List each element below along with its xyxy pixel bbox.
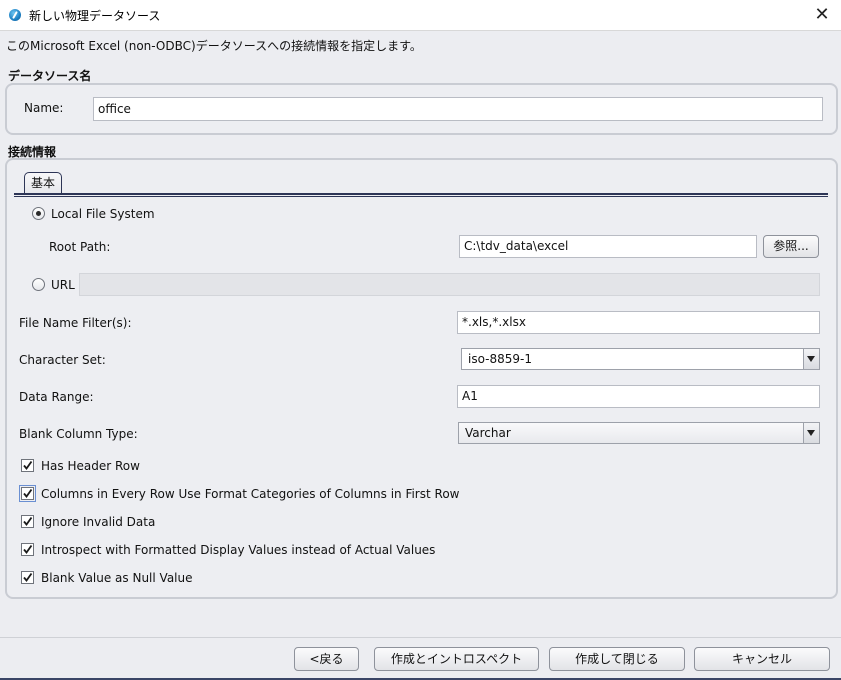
introspect-formatted-label[interactable]: Introspect with Formatted Display Values… (41, 543, 435, 557)
blank-column-type-value: Varchar (465, 426, 511, 440)
root-path-input[interactable]: C:\tdv_data\excel (459, 235, 757, 258)
chevron-down-icon[interactable] (803, 349, 819, 369)
url-input[interactable] (79, 273, 820, 296)
charset-label: Character Set: (19, 353, 106, 367)
blank-null-label[interactable]: Blank Value as Null Value (41, 571, 193, 585)
charset-select[interactable]: iso-8859-1 (461, 348, 820, 370)
tab-basic[interactable]: 基本 (24, 172, 62, 194)
local-file-system-label[interactable]: Local File System (51, 207, 155, 221)
blank-column-type-label: Blank Column Type: (19, 427, 138, 441)
check-icon (23, 516, 33, 526)
browse-button[interactable]: 参照... (763, 235, 819, 258)
format-categories-label[interactable]: Columns in Every Row Use Format Categori… (41, 487, 459, 501)
local-file-system-radio[interactable] (32, 207, 45, 220)
check-icon (23, 488, 33, 498)
url-radio[interactable] (32, 278, 45, 291)
charset-value: iso-8859-1 (468, 352, 532, 366)
name-input[interactable]: office (93, 97, 823, 121)
check-icon (23, 572, 33, 582)
create-introspect-button[interactable]: 作成とイントロスペクト (374, 647, 539, 671)
format-categories-checkbox[interactable] (19, 485, 36, 502)
check-icon (23, 460, 33, 470)
data-range-label: Data Range: (19, 390, 94, 404)
data-range-input[interactable]: A1 (457, 385, 820, 408)
file-filter-input[interactable]: *.xls,*.xlsx (457, 311, 820, 334)
blank-null-checkbox[interactable] (21, 571, 34, 584)
name-label: Name: (24, 101, 64, 115)
has-header-row-label[interactable]: Has Header Row (41, 459, 140, 473)
ignore-invalid-data-checkbox[interactable] (21, 515, 34, 528)
datasource-name-group: Name: office (5, 83, 838, 135)
back-button[interactable]: <戻る (294, 647, 359, 671)
chevron-down-icon[interactable] (803, 423, 819, 443)
footer-separator (0, 637, 841, 638)
create-close-button[interactable]: 作成して閉じる (549, 647, 685, 671)
tab-underline (14, 193, 828, 195)
cancel-button[interactable]: キャンセル (694, 647, 830, 671)
check-icon (23, 544, 33, 554)
file-filter-label: File Name Filter(s): (19, 316, 132, 330)
description-bar: このMicrosoft Excel (non-ODBC)データソースへの接続情報… (0, 31, 841, 59)
tab-underline-2 (14, 196, 828, 197)
close-icon[interactable]: ✕ (809, 3, 835, 27)
introspect-formatted-checkbox[interactable] (21, 543, 34, 556)
has-header-row-checkbox[interactable] (21, 459, 34, 472)
blank-column-type-select[interactable]: Varchar (458, 422, 820, 444)
ignore-invalid-data-label[interactable]: Ignore Invalid Data (41, 515, 155, 529)
window-title: 新しい物理データソース (29, 9, 161, 23)
datasource-section-label: データソース名 (8, 69, 92, 83)
app-icon (9, 9, 21, 21)
root-path-label: Root Path: (49, 240, 111, 254)
connection-info-group (5, 158, 838, 599)
title-bar: 新しい物理データソース ✕ (0, 0, 841, 31)
url-label[interactable]: URL (51, 278, 75, 292)
description-text: このMicrosoft Excel (non-ODBC)データソースへの接続情報… (6, 39, 422, 53)
